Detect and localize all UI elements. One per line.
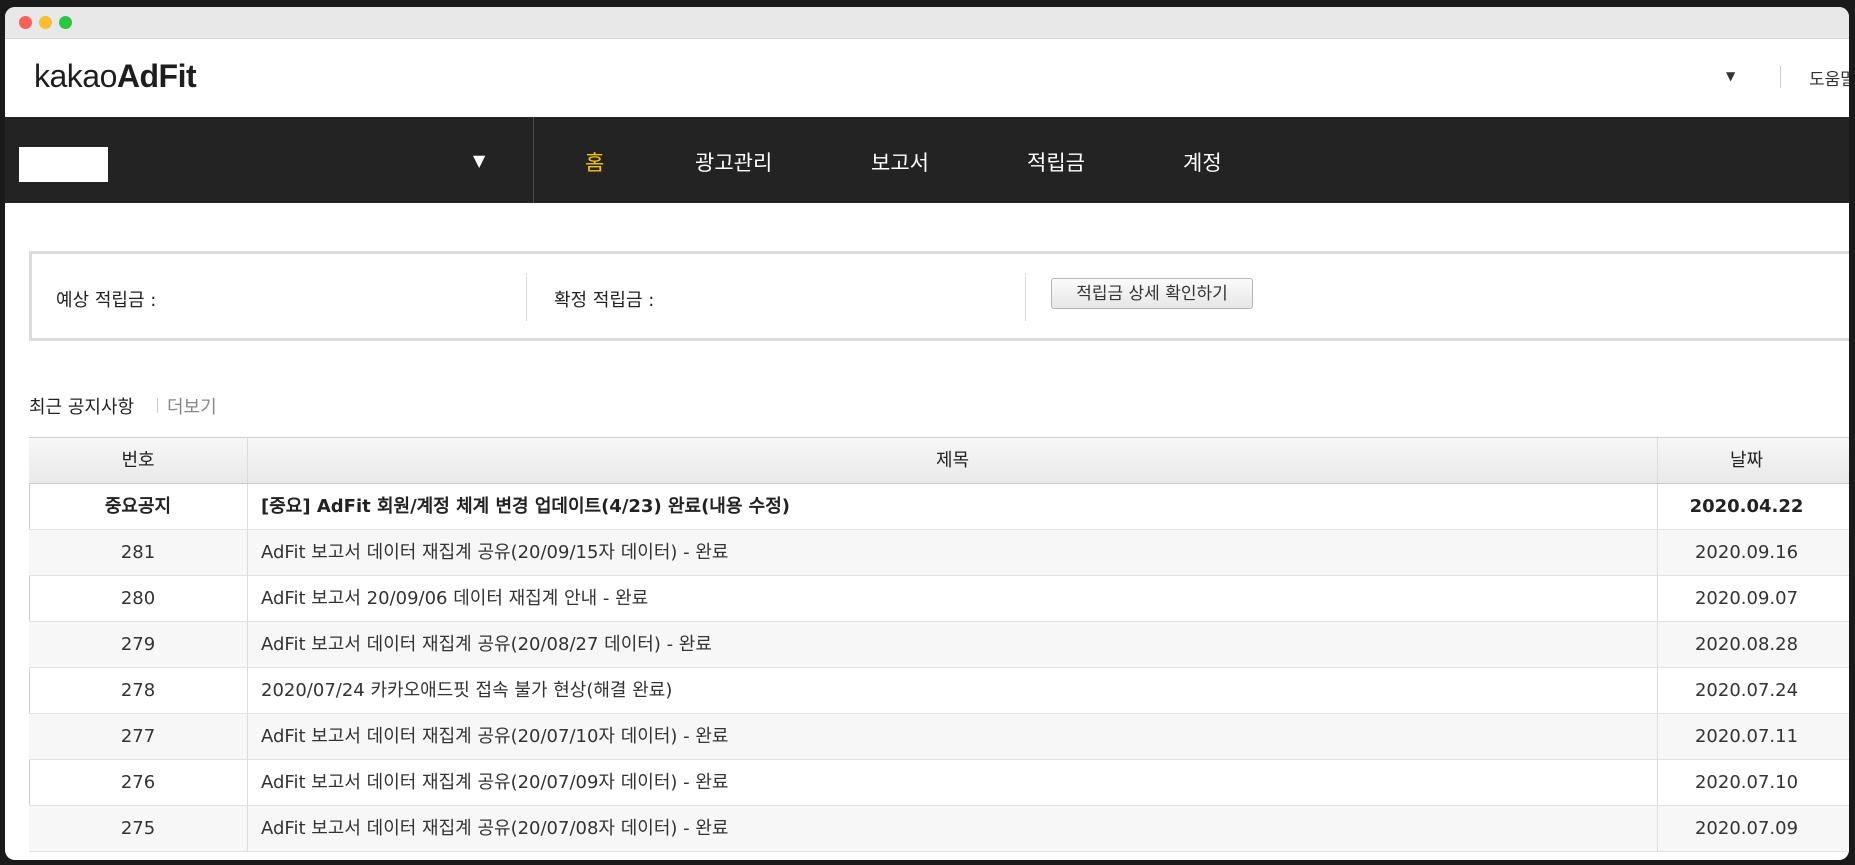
table-row[interactable]: 279 AdFit 보고서 데이터 재집계 공유(20/08/27 데이터) -… <box>29 622 1849 668</box>
nav-ad-management[interactable]: 광고관리 <box>695 147 772 177</box>
global-navigation-bar: ▼ 홈 광고관리 보고서 적립금 계정 <box>5 117 1849 203</box>
nav-earnings[interactable]: 적립금 <box>1027 147 1085 177</box>
kakao-adfit-logo[interactable]: kakaoAdFit <box>34 58 197 95</box>
summary-divider <box>1025 273 1026 321</box>
table-row[interactable]: 중요공지 [중요] AdFit 회원/계정 체계 변경 업데이트(4/23) 완… <box>29 484 1849 530</box>
table-row[interactable]: 275 AdFit 보고서 데이터 재집계 공유(20/07/08자 데이터) … <box>29 806 1849 852</box>
table-row[interactable]: 281 AdFit 보고서 데이터 재집계 공유(20/09/15자 데이터) … <box>29 530 1849 576</box>
table-row[interactable]: 278 2020/07/24 카카오애드핏 접속 불가 현상(해결 완료) 20… <box>29 668 1849 714</box>
expected-earnings-label: 예상 적립금 : <box>56 290 157 311</box>
notice-title-link[interactable]: [중요] AdFit 회원/계정 체계 변경 업데이트(4/23) 완료(내용 … <box>248 484 1658 529</box>
notice-title-link[interactable]: AdFit 보고서 데이터 재집계 공유(20/08/27 데이터) - 완료 <box>248 622 1658 667</box>
notice-number: 279 <box>29 622 248 667</box>
chevron-down-icon[interactable]: ▼ <box>473 151 485 170</box>
table-row[interactable]: 277 AdFit 보고서 데이터 재집계 공유(20/07/10자 데이터) … <box>29 714 1849 760</box>
header-divider <box>1780 66 1781 88</box>
notice-date: 2020.07.24 <box>1694 680 1799 701</box>
column-header-number: 번호 <box>29 438 248 483</box>
earnings-summary-box: 예상 적립금 : 확정 적립금 : 적립금 상세 확인하기 <box>29 251 1849 341</box>
notice-title-link[interactable]: 2020/07/24 카카오애드핏 접속 불가 현상(해결 완료) <box>248 668 1658 713</box>
notice-number: 280 <box>29 576 248 621</box>
notice-date: 2020.07.09 <box>1694 818 1799 839</box>
notice-number: 278 <box>29 668 248 713</box>
column-header-date: 날짜 <box>1729 450 1764 471</box>
notice-title-link[interactable]: AdFit 보고서 데이터 재집계 공유(20/07/09자 데이터) - 완료 <box>248 760 1658 805</box>
notice-title-link[interactable]: AdFit 보고서 데이터 재집계 공유(20/07/10자 데이터) - 완료 <box>248 714 1658 759</box>
notice-title-link[interactable]: AdFit 보고서 데이터 재집계 공유(20/07/08자 데이터) - 완료 <box>248 806 1658 851</box>
notice-number: 276 <box>29 760 248 805</box>
account-dropdown-caret-icon[interactable]: ▼ <box>1726 69 1735 83</box>
notices-separator <box>157 398 158 413</box>
column-header-title: 제목 <box>248 438 1658 483</box>
logo-text-adfit: AdFit <box>116 58 197 94</box>
maximize-window-button[interactable] <box>59 16 72 29</box>
notice-title-link[interactable]: AdFit 보고서 20/09/06 데이터 재집계 안내 - 완료 <box>248 576 1658 621</box>
notice-number: 중요공지 <box>29 484 248 529</box>
notices-more-link[interactable]: 더보기 <box>167 393 217 419</box>
notice-number: 277 <box>29 714 248 759</box>
notice-date: 2020.08.28 <box>1694 634 1799 655</box>
table-row[interactable]: 276 AdFit 보고서 데이터 재집계 공유(20/07/09자 데이터) … <box>29 760 1849 806</box>
nav-reports[interactable]: 보고서 <box>871 147 929 177</box>
notice-number: 275 <box>29 806 248 851</box>
help-link[interactable]: 도움말 <box>1809 65 1849 90</box>
close-window-button[interactable] <box>19 16 32 29</box>
notices-table: 번호 제목 날짜 중요공지 [중요] AdFit 회원/계정 체계 변경 업데이… <box>29 437 1849 852</box>
notice-date: 2020.07.10 <box>1694 772 1799 793</box>
summary-divider <box>526 273 527 321</box>
table-row[interactable]: 280 AdFit 보고서 20/09/06 데이터 재집계 안내 - 완료 2… <box>29 576 1849 622</box>
site-selector[interactable]: ▼ <box>5 117 534 203</box>
site-header: kakaoAdFit ▼ 도움말 <box>5 39 1849 117</box>
minimize-window-button[interactable] <box>39 16 52 29</box>
notice-number: 281 <box>29 530 248 575</box>
browser-window: kakaoAdFit ▼ 도움말 ▼ 홈 광고관리 보고서 적립금 계정 예상 … <box>5 7 1849 860</box>
site-name-box <box>19 147 108 182</box>
nav-home[interactable]: 홈 <box>585 147 604 177</box>
window-titlebar <box>5 7 1849 39</box>
confirmed-earnings-label: 확정 적립금 : <box>554 290 655 311</box>
nav-account[interactable]: 계정 <box>1183 147 1222 177</box>
notice-date: 2020.09.07 <box>1694 588 1799 609</box>
logo-text-kakao: kakao <box>34 58 117 94</box>
notice-title-link[interactable]: AdFit 보고서 데이터 재집계 공유(20/09/15자 데이터) - 완료 <box>248 530 1658 575</box>
notice-date: 2020.09.16 <box>1694 542 1799 563</box>
recent-notices-title: 최근 공지사항 <box>29 397 135 418</box>
table-header-row: 번호 제목 날짜 <box>29 438 1849 484</box>
earnings-detail-button[interactable]: 적립금 상세 확인하기 <box>1051 278 1253 309</box>
notice-date: 2020.07.11 <box>1694 726 1799 747</box>
notice-date: 2020.04.22 <box>1689 496 1804 517</box>
